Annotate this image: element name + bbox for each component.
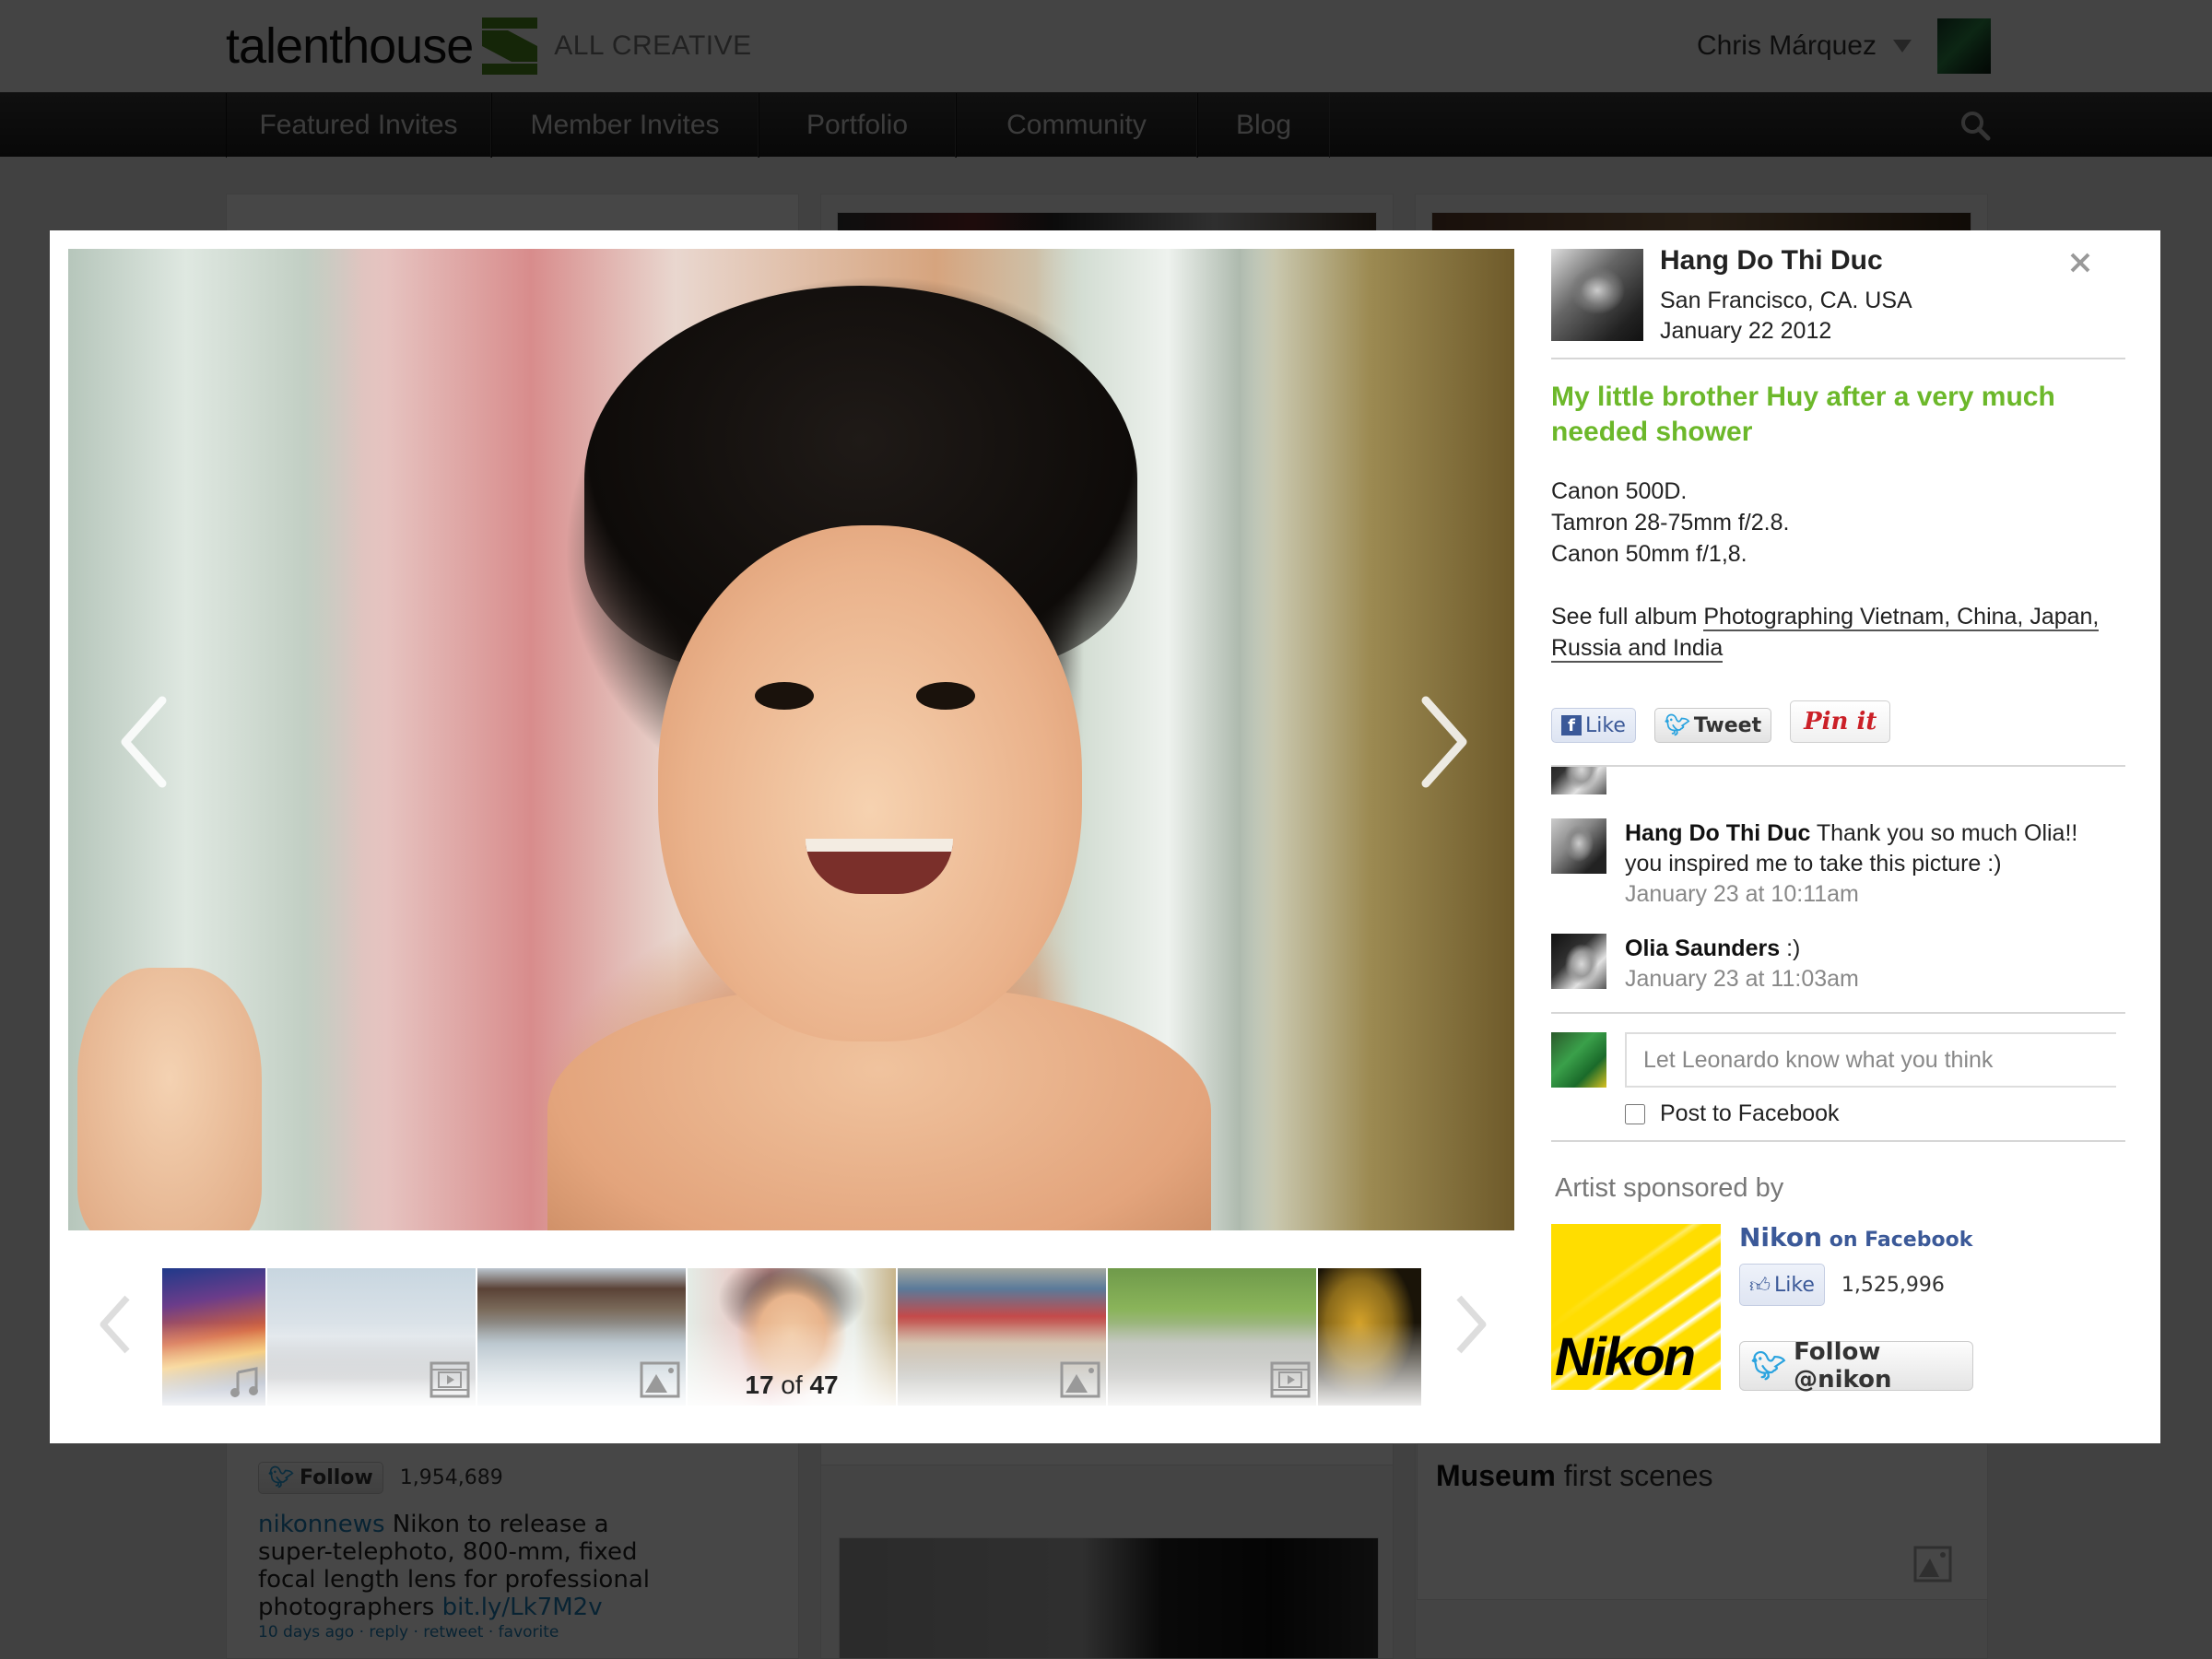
comment: Olia Saunders :) January 23 at 11:03am <box>1551 934 2116 994</box>
sponsor-brand: Nikon <box>1739 1222 1823 1253</box>
author-location: San Francisco, CA. USA <box>1660 288 1912 313</box>
comment-input[interactable] <box>1625 1032 2116 1088</box>
current-user-avatar <box>1551 1032 1606 1088</box>
photo-lightbox: 17 of 47 Hang Do Thi Duc San Francisco, … <box>50 230 2160 1443</box>
follow-label: Follow @nikon <box>1794 1338 1892 1394</box>
counter-of: of <box>773 1371 810 1399</box>
commenter-avatar[interactable] <box>1551 767 1606 794</box>
comment-time: January 23 at 11:03am <box>1625 966 1859 992</box>
filmstrip-thumb[interactable] <box>477 1268 686 1406</box>
filmstrip-thumb[interactable] <box>162 1268 265 1406</box>
share-buttons: f Like 🐦︎ Tweet Pin it <box>1551 700 2116 747</box>
pin-it-button[interactable]: Pin it <box>1790 700 1891 743</box>
film-icon <box>429 1361 470 1398</box>
camera-specs: Canon 500D. Tamron 28-75mm f/2.8. Canon … <box>1551 476 2116 570</box>
counter-current: 17 <box>745 1371 774 1399</box>
comments-list[interactable]: January 23 at 5:15am Hang Do Thi Duc Tha… <box>1551 767 2116 1012</box>
divider <box>1551 358 2125 359</box>
post-to-facebook[interactable]: Post to Facebook <box>1625 1100 2116 1127</box>
comment-time: January 23 at 5:15am <box>1625 767 1848 770</box>
sponsor-widget: Nikon Nikon on Facebook 👍︎ Like 1,525,99… <box>1551 1222 2116 1394</box>
commenter-name[interactable]: Olia Saunders <box>1625 935 1780 961</box>
filmstrip-prev-icon[interactable] <box>94 1292 142 1357</box>
filmstrip-thumb[interactable] <box>1318 1268 1421 1406</box>
commenter-avatar[interactable] <box>1551 934 1606 989</box>
next-photo-arrow-icon[interactable] <box>1409 691 1474 793</box>
sponsor-brand-suffix: on Facebook <box>1822 1229 1973 1252</box>
post-to-facebook-label: Post to Facebook <box>1660 1100 1840 1126</box>
comment-time: January 23 at 10:11am <box>1625 881 1859 907</box>
sponsor-like-button[interactable]: 👍︎ Like <box>1739 1264 1825 1306</box>
comment-text: :) <box>1780 935 1801 961</box>
divider <box>1551 1012 2125 1014</box>
filmstrip-next-icon[interactable] <box>1444 1292 1492 1357</box>
film-icon <box>1270 1361 1311 1398</box>
spec-line: Canon 500D. <box>1551 478 1688 504</box>
image-icon <box>1060 1361 1100 1398</box>
filmstrip-thumb[interactable] <box>267 1268 476 1406</box>
sponsor-facebook-title[interactable]: Nikon on Facebook <box>1739 1222 1973 1253</box>
commenter-avatar[interactable] <box>1551 818 1606 874</box>
tweet-button[interactable]: 🐦︎ Tweet <box>1653 708 1772 743</box>
spec-line: Tamron 28-75mm f/2.8. <box>1551 510 1790 535</box>
sponsor-twitter-follow-button[interactable]: 🐦︎ Follow @nikon <box>1739 1338 1973 1394</box>
thumbs-up-icon: 👍︎ <box>1749 1274 1771 1298</box>
photo-details-panel: Hang Do Thi Duc San Francisco, CA. USA J… <box>1551 245 2125 1394</box>
counter-total: 47 <box>809 1371 839 1399</box>
previous-photo-arrow-icon[interactable] <box>114 691 179 793</box>
album-prefix: See full album <box>1551 604 1704 629</box>
filmstrip-thumb-current[interactable]: 17 of 47 <box>688 1268 896 1406</box>
tweet-label: Tweet <box>1693 713 1762 737</box>
divider <box>1551 1140 2125 1142</box>
sponsor-like-count: 1,525,996 <box>1841 1273 1945 1297</box>
music-note-icon <box>230 1367 258 1397</box>
main-photo[interactable] <box>68 249 1514 1230</box>
spec-line: Canon 50mm f/1,8. <box>1551 541 1747 567</box>
nikon-logo[interactable]: Nikon <box>1551 1224 1721 1390</box>
sponsor-label: Artist sponsored by <box>1555 1173 1784 1203</box>
album-info: See full album Photographing Vietnam, Ch… <box>1551 601 2125 664</box>
nikon-logo-text: Nikon <box>1555 1327 1696 1387</box>
author-avatar[interactable] <box>1551 249 1643 341</box>
filmstrip-thumb[interactable] <box>898 1268 1106 1406</box>
facebook-icon: f <box>1561 715 1582 735</box>
comment: January 23 at 5:15am <box>1551 767 2116 794</box>
comment-compose <box>1551 1032 2116 1088</box>
image-icon <box>640 1361 680 1398</box>
facebook-like-button[interactable]: f Like <box>1551 708 1636 743</box>
close-icon[interactable] <box>2065 247 2096 278</box>
photo-counter: 17 of 47 <box>688 1371 896 1400</box>
author-header: Hang Do Thi Duc San Francisco, CA. USA J… <box>1551 245 2116 344</box>
commenter-name[interactable]: Hang Do Thi Duc <box>1625 820 1810 846</box>
comment: Hang Do Thi Duc Thank you so much Olia!!… <box>1551 818 2116 910</box>
twitter-bird-icon: 🐦︎ <box>1751 1349 1787 1382</box>
post-to-facebook-checkbox[interactable] <box>1625 1103 1645 1124</box>
filmstrip: 17 of 47 <box>162 1268 1421 1406</box>
like-label: Like <box>1585 713 1626 737</box>
like-label: Like <box>1774 1273 1815 1297</box>
author-name[interactable]: Hang Do Thi Duc <box>1660 245 1912 276</box>
upload-date: January 22 2012 <box>1660 318 1832 344</box>
twitter-bird-icon: 🐦︎ <box>1664 713 1690 737</box>
photo-title: My little brother Huy after a very much … <box>1551 382 2055 447</box>
filmstrip-thumb[interactable] <box>1108 1268 1316 1406</box>
